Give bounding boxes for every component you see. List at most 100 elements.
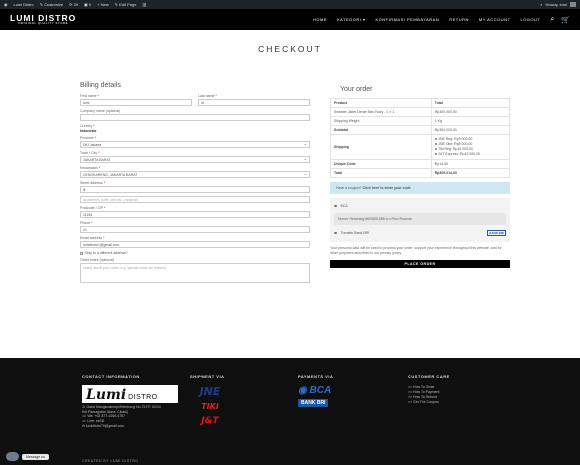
nav-kategori[interactable]: KATEGORI ▾	[337, 17, 366, 22]
avatar[interactable]	[570, 2, 576, 7]
footer-credit: CREATED BY LUMI DISTRO	[82, 458, 139, 463]
nav-konfirmasi[interactable]: KONFIRMASI PEMBAYARAN	[375, 17, 439, 22]
order-total-value: Rp309.014,00	[430, 168, 511, 178]
admin-stats-icon[interactable]: ▥	[142, 2, 146, 7]
admin-search-icon[interactable]: ⌕	[540, 2, 542, 7]
radio-icon[interactable]	[334, 204, 337, 208]
subtotal-value: Rp300.000,00	[430, 125, 511, 135]
company-label: Company name (optional)	[80, 109, 121, 113]
table-header: Product Total	[330, 98, 511, 108]
street-input[interactable]: lli	[80, 186, 310, 193]
first-name-label: First name *	[80, 94, 99, 98]
bca-description: Nomor Rekening 8600801088 a.n Rico Ruand…	[334, 213, 506, 225]
province-label: Province *	[80, 136, 96, 140]
bri-footer-logo: BANK BRI	[298, 399, 329, 407]
phone-label: Phone *	[80, 221, 93, 225]
coupon-notice: Have a coupon? Click here to enter your …	[330, 182, 510, 194]
footer-customer-care: CUSTOMER CARE >> How To Order >> How To …	[408, 374, 450, 405]
bri-logo: BANK BRI	[487, 230, 506, 236]
payment-option-bca[interactable]: BCA	[334, 201, 506, 211]
company-input[interactable]	[80, 114, 310, 121]
jne-logo: JNE	[190, 385, 230, 398]
shipping-options: JNE Reg: Rp9.000,00 JNE Oke: Rp8.000,00 …	[430, 134, 511, 160]
nav-logout[interactable]: LOGOUT	[520, 17, 540, 22]
admin-greeting[interactable]: Howdy, lumi	[546, 2, 568, 7]
district-select[interactable]: CENGKARENG, JAKARTA BARAT	[80, 171, 310, 178]
table-row: Sweater Jaket Denim Biru Navy - L × 1 Rp…	[330, 107, 511, 117]
first-name-input[interactable]: lumi	[80, 99, 192, 106]
main-nav: HOME KATEGORI ▾ KONFIRMASI PEMBAYARAN RE…	[313, 17, 540, 22]
phone-input[interactable]: 41	[80, 226, 310, 233]
table-row: Shipping JNE Reg: Rp9.000,00 JNE Oke: Rp…	[330, 134, 511, 160]
coupon-link[interactable]: Click here to enter your code	[362, 186, 410, 190]
last-name-input[interactable]: id	[198, 99, 310, 106]
country-value: Indonesia	[80, 129, 97, 133]
email-label: Email address *	[80, 236, 105, 240]
jnt-logo: J&T	[201, 416, 219, 426]
product-name: Sweater Jaket Denim Biru Navy - L × 1	[330, 107, 432, 117]
postcode-input[interactable]: 11153	[80, 211, 310, 218]
email-input[interactable]: lumidistro1@gmail.com	[80, 241, 310, 248]
nav-home[interactable]: HOME	[313, 17, 327, 22]
radio-icon[interactable]	[434, 147, 438, 150]
site-footer: CONTACT INFORMATION Lumi DISTRO Jl. Gato…	[0, 358, 580, 465]
site-header: LUMI DISTRO ORIGINAL QUALITY STORE HOME …	[0, 9, 580, 30]
order-notes-textarea[interactable]: Notes about your order, e.g. special not…	[80, 263, 310, 283]
table-row: Unique Code Rp14,00	[330, 159, 511, 169]
radio-icon[interactable]	[334, 231, 337, 235]
ship-different-checkbox[interactable]: Ship to a different address?	[80, 251, 310, 255]
order-table: Product Total Sweater Jaket Denim Biru N…	[330, 98, 511, 178]
get-coupon-link[interactable]: >> Get The Coupon	[408, 400, 450, 405]
message-us-widget[interactable]: Message us	[6, 452, 49, 461]
search-icon[interactable]: ⌕	[550, 16, 554, 24]
wordpress-icon[interactable]: ◉	[4, 2, 8, 7]
street2-input[interactable]: Apartment, suite, unit etc. (optional)	[80, 196, 310, 203]
footer-contact: CONTACT INFORMATION Lumi DISTRO Jl. Gato…	[82, 374, 178, 429]
admin-new-link[interactable]: + New	[97, 2, 108, 7]
table-row: Shipping Weight 1 Kg	[330, 116, 511, 126]
billing-heading: Billing details	[80, 82, 121, 89]
footer-shipment: SHIPMENT VIA JNE TIKI J&T	[190, 374, 230, 430]
admin-comments-link[interactable]: ▣ 0	[84, 2, 91, 7]
shipping-weight: 1 Kg	[430, 116, 511, 126]
admin-edit-page-link[interactable]: ✎ Edit Page	[115, 2, 137, 7]
footer-logo: Lumi DISTRO	[82, 385, 178, 403]
country-label: Country *	[80, 124, 95, 128]
footer-payments: PAYMENTS VIA ◉ BCA BANK BRI	[298, 374, 334, 407]
order-heading: Your order	[340, 86, 373, 93]
product-total: Rp300.000,00	[430, 107, 511, 117]
footer-contacts: ☏ Wa: +62 877-1065-4767 ☏ Line: csSD ✉ l…	[82, 414, 178, 429]
footer-address: Jl. Gatot Mangkuatmojo/Hembong No.75 RT …	[82, 405, 161, 414]
billing-form: Billing details First name * lumi Last n…	[80, 82, 310, 286]
email-link[interactable]: ✉ lumidistro79@gmail.com	[82, 424, 178, 429]
admin-customize-link[interactable]: ✎ Customize	[40, 2, 63, 7]
nav-my-account[interactable]: MY ACCOUNT	[479, 17, 511, 22]
table-row: Total Rp309.014,00	[330, 168, 511, 178]
table-row: Subtotal Rp300.000,00	[330, 125, 511, 135]
admin-site-link[interactable]: Lumi Distro	[14, 2, 34, 7]
chat-icon[interactable]	[6, 452, 19, 461]
privacy-text: Your personal data will be used to proce…	[330, 246, 502, 255]
checkbox-icon[interactable]	[80, 251, 83, 255]
unique-code-value: Rp14,00	[430, 159, 511, 169]
radio-icon[interactable]	[434, 152, 438, 155]
radio-icon[interactable]	[434, 142, 438, 145]
district-label: Kecamatan *	[80, 166, 101, 170]
site-logo[interactable]: LUMI DISTRO ORIGINAL QUALITY STORE	[10, 14, 76, 26]
city-label: Town / City *	[80, 151, 100, 155]
shipping-option[interactable]: J&T Express: Rp10.000,00	[434, 152, 506, 157]
street-label: Street address *	[80, 181, 106, 185]
city-select[interactable]: JAKARTA BARAT	[80, 156, 310, 163]
tiki-logo: TIKI	[201, 401, 219, 411]
place-order-button[interactable]: PLACE ORDER	[330, 260, 510, 268]
admin-updates-link[interactable]: ⟳ 29	[69, 2, 78, 7]
cart-icon[interactable]: 🛒	[561, 16, 570, 24]
nav-return[interactable]: RETURN	[449, 17, 469, 22]
radio-icon[interactable]	[434, 137, 438, 140]
payment-option-bri[interactable]: Transfer Bank BRI BANK BRI	[334, 227, 506, 239]
last-name-label: Last name *	[198, 94, 217, 98]
order-review: Your order Product Total Sweater Jaket D…	[330, 82, 511, 268]
payment-methods: BCA Nomor Rekening 8600801088 a.n Rico R…	[330, 198, 510, 242]
bca-logo: ◉ BCA	[298, 385, 332, 396]
province-select[interactable]: DKI Jakarta	[80, 141, 310, 148]
